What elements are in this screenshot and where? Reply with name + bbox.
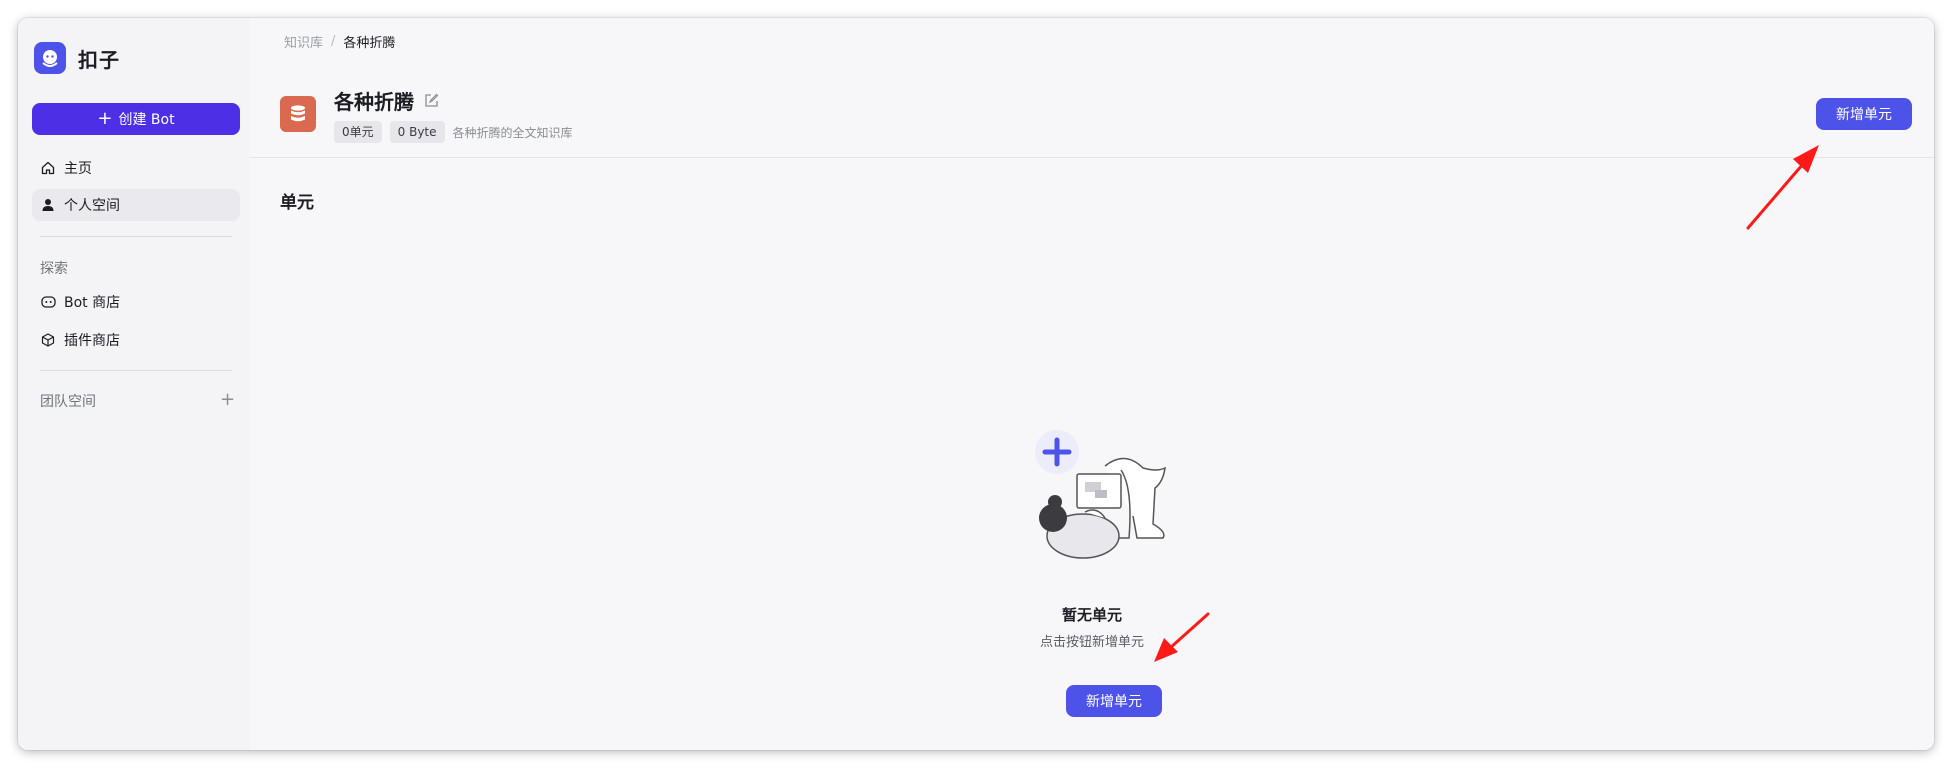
sidebar-item-plugin-store[interactable]: 插件商店 xyxy=(32,324,240,356)
sidebar: 扣子 + 创建 Bot 主页 个人空间 探索 Bot 商店 插件商店 团队空间 … xyxy=(18,18,250,750)
home-icon xyxy=(40,160,56,176)
breadcrumb: 知识库 / 各种折腾 xyxy=(284,32,395,51)
knowledge-title-text: 各种折腾 xyxy=(334,90,414,114)
knowledge-meta: 0单元 0 Byte 各种折腾的全文知识库 xyxy=(334,121,573,143)
breadcrumb-separator: / xyxy=(331,34,336,49)
coze-logo-icon xyxy=(34,42,66,74)
empty-add-unit-button[interactable]: 新增单元 xyxy=(1066,685,1162,717)
sidebar-item-personal-space[interactable]: 个人空间 xyxy=(32,189,240,221)
user-icon xyxy=(40,197,56,213)
main-content: 知识库 / 各种折腾 各种折腾 0单元 0 Byte 各种折腾的全文知识库 新增… xyxy=(250,18,1934,750)
breadcrumb-current: 各种折腾 xyxy=(343,36,396,51)
sidebar-item-label: 个人空间 xyxy=(64,198,120,214)
unit-count-badge: 0单元 xyxy=(334,121,382,143)
create-bot-label: 创建 Bot xyxy=(118,112,175,128)
plus-icon: + xyxy=(97,108,113,129)
sidebar-item-label: 主页 xyxy=(64,161,92,177)
empty-description: 点击按钮新增单元 xyxy=(1039,635,1144,650)
database-icon xyxy=(280,96,316,132)
cube-icon xyxy=(40,332,56,348)
team-space-label: 团队空间 xyxy=(40,394,96,410)
sidebar-item-home[interactable]: 主页 xyxy=(32,152,240,184)
sidebar-divider xyxy=(40,236,232,237)
add-unit-button[interactable]: 新增单元 xyxy=(1816,98,1912,130)
sidebar-divider xyxy=(40,370,232,371)
sidebar-item-label: 插件商店 xyxy=(64,333,120,349)
sidebar-item-bot-store[interactable]: Bot 商店 xyxy=(32,286,240,318)
header-divider xyxy=(250,157,1934,158)
breadcrumb-knowledge-base[interactable]: 知识库 xyxy=(284,32,323,51)
app-logo[interactable]: 扣子 xyxy=(34,42,120,74)
app-name: 扣子 xyxy=(78,47,120,72)
sidebar-item-label: Bot 商店 xyxy=(64,295,121,311)
empty-title: 暂无单元 xyxy=(1061,606,1122,624)
units-section-title: 单元 xyxy=(280,193,314,213)
add-team-icon[interactable]: + xyxy=(220,391,235,409)
create-bot-button[interactable]: + 创建 Bot xyxy=(32,103,240,135)
empty-illustration xyxy=(1025,428,1175,578)
explore-section-label: 探索 xyxy=(40,261,68,277)
knowledge-title: 各种折腾 xyxy=(334,86,439,115)
knowledge-description: 各种折腾的全文知识库 xyxy=(452,125,573,140)
app-window: 扣子 + 创建 Bot 主页 个人空间 探索 Bot 商店 插件商店 团队空间 … xyxy=(18,18,1934,750)
size-badge: 0 Byte xyxy=(389,121,445,143)
edit-icon[interactable] xyxy=(424,93,439,108)
bot-icon xyxy=(40,294,56,310)
